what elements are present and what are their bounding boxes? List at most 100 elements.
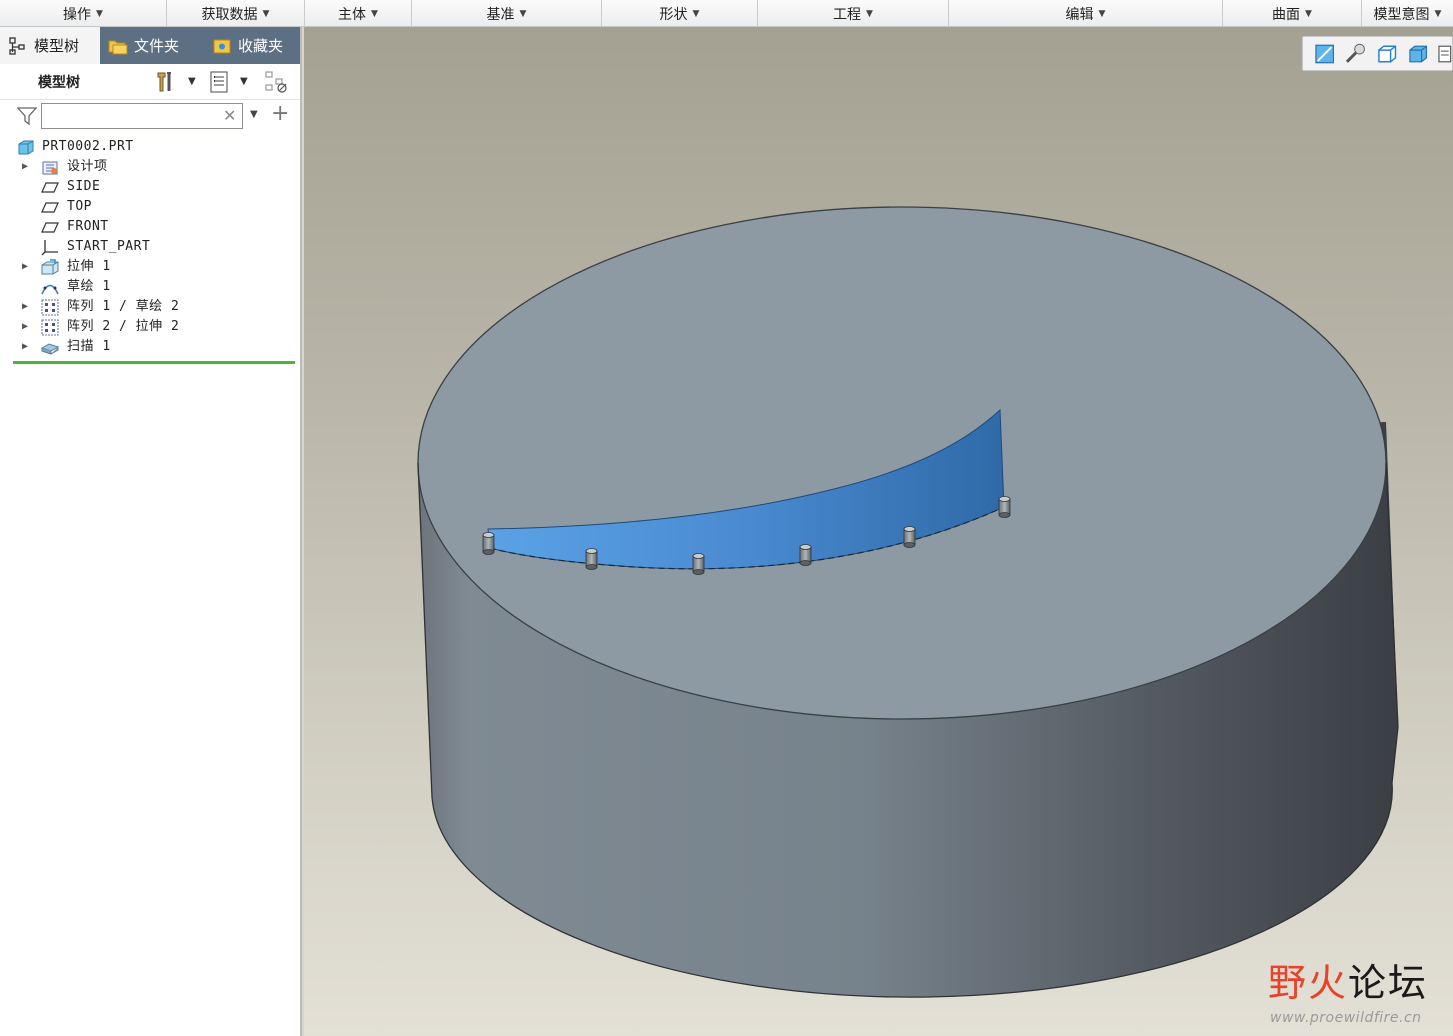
chevron-down-icon[interactable]: ▼ — [240, 76, 248, 87]
datum-display-icon[interactable] — [1438, 42, 1452, 66]
chevron-down-icon: ▼ — [519, 8, 527, 19]
chevron-down-icon: ▼ — [96, 8, 103, 19]
refit-icon[interactable] — [1313, 42, 1336, 66]
tree-item-start-part[interactable]: START_PART — [0, 237, 300, 257]
group-datum[interactable]: 基准 ▼ — [412, 0, 602, 27]
tree-item-design-items[interactable]: ▶ 设计项 — [0, 157, 300, 177]
tree-item-side[interactable]: SIDE — [0, 177, 300, 197]
filter-row: ✕ ▼ + — [0, 100, 300, 132]
group-shapes[interactable]: 形状 ▼ — [602, 0, 758, 27]
expand-arrow-icon[interactable]: ▶ — [22, 157, 28, 177]
pin[interactable] — [799, 544, 812, 566]
filter-icon[interactable] — [17, 106, 37, 126]
group-editing[interactable]: 编辑 ▼ — [949, 0, 1223, 27]
pattern-icon — [41, 299, 59, 316]
tree-item-label: 阵列 2 / 拉伸 2 — [67, 319, 180, 334]
extrude-icon — [41, 259, 59, 275]
chevron-down-icon: ▼ — [692, 8, 700, 19]
tree-filter-input[interactable] — [41, 103, 243, 129]
pin[interactable] — [482, 532, 495, 555]
display-filter-icon[interactable] — [265, 70, 289, 94]
tree-item-pattern-1[interactable]: ▶ 阵列 1 / 草绘 2 — [0, 297, 300, 317]
tree-item-label: SIDE — [67, 179, 101, 194]
graphics-window[interactable]: 野火论坛 www.proewildfire.cn — [304, 27, 1453, 1036]
tree-root-label: PRT0002.PRT — [42, 139, 134, 154]
forum-watermark: 野火论坛 www.proewildfire.cn — [1266, 952, 1451, 1032]
tab-label: 文件夹 — [134, 37, 180, 55]
tab-folder-browser[interactable]: 文件夹 — [100, 27, 204, 64]
group-engineering[interactable]: 工程 ▼ — [758, 0, 949, 27]
insert-here-indicator[interactable] — [13, 361, 295, 364]
settings-tools-icon[interactable] — [154, 70, 178, 94]
watermark-fire-text: 野火 — [1268, 961, 1349, 1005]
close-icon[interactable]: ✕ — [223, 106, 236, 125]
pin[interactable] — [998, 496, 1011, 518]
cylinder-top-face[interactable] — [417, 206, 1387, 720]
tree-item-front[interactable]: FRONT — [0, 217, 300, 237]
sweep-icon — [41, 343, 59, 355]
tree-item-pattern-2[interactable]: ▶ 阵列 2 / 拉伸 2 — [0, 317, 300, 337]
chevron-down-icon: ▼ — [1305, 8, 1312, 19]
tree-item-label: FRONT — [67, 219, 109, 234]
datum-plane-icon — [41, 222, 59, 233]
tree-item-sketch-1[interactable]: 草绘 1 — [0, 277, 300, 297]
expand-arrow-icon[interactable]: ▶ — [22, 337, 28, 357]
folder-browser-icon — [108, 40, 128, 54]
model-tree-icon — [9, 36, 25, 55]
show-columns-icon[interactable] — [208, 70, 232, 94]
part-icon — [18, 140, 34, 155]
tab-favorites[interactable]: 收藏夹 — [204, 27, 291, 64]
pin[interactable] — [585, 548, 598, 570]
navigator-tabs: 模型树 文件夹 收藏夹 — [0, 27, 300, 64]
model-tree-title: 模型树 — [38, 74, 80, 91]
datum-plane-icon — [41, 202, 59, 213]
group-operations[interactable]: 操作 ▼ — [0, 0, 167, 27]
view-toolbar — [1302, 36, 1453, 71]
tree-item-label: 拉伸 1 — [67, 259, 111, 274]
tree-item-extrude-1[interactable]: ▶ 拉伸 1 — [0, 257, 300, 277]
pattern-icon — [41, 319, 59, 336]
tree-item-top[interactable]: TOP — [0, 197, 300, 217]
group-model-intent[interactable]: 模型意图 ▼ — [1362, 0, 1453, 27]
tree-root[interactable]: PRT0002.PRT — [0, 137, 300, 157]
chevron-down-icon: ▼ — [866, 8, 873, 19]
ribbon-group-bar: 操作 ▼ 获取数据 ▼ 主体 ▼ 基准 ▼ 形状 ▼ 工程 ▼ 编辑 ▼ 曲面 ▼ 模型意图 ▼ — [0, 0, 1453, 27]
chevron-down-icon[interactable]: ▼ — [188, 76, 196, 87]
group-label: 编辑 — [1065, 6, 1094, 23]
group-label: 曲面 — [1272, 6, 1301, 23]
watermark-logo: 野火论坛 — [1268, 952, 1428, 1007]
saved-orientations-icon[interactable] — [1376, 42, 1399, 66]
tab-model-tree[interactable]: 模型树 — [0, 27, 100, 64]
tree-item-label: 阵列 1 / 草绘 2 — [67, 299, 180, 314]
tab-label: 收藏夹 — [238, 37, 284, 55]
design-items-icon — [42, 161, 58, 175]
watermark-forum-text: 论坛 — [1348, 961, 1429, 1005]
group-label: 获取数据 — [201, 6, 258, 23]
model-tree-header: 模型树 ▼ ▼ — [0, 64, 300, 100]
tree-item-label: START_PART — [67, 239, 151, 254]
tree-item-label: TOP — [67, 199, 92, 214]
expand-arrow-icon[interactable]: ▶ — [22, 317, 28, 337]
tree-item-label: 设计项 — [67, 159, 108, 174]
group-label: 工程 — [833, 6, 862, 23]
zoom-in-icon[interactable] — [1344, 42, 1367, 66]
plus-icon[interactable]: + — [271, 101, 289, 126]
expand-arrow-icon[interactable]: ▶ — [22, 297, 28, 317]
shading-style-icon[interactable] — [1407, 42, 1430, 66]
chevron-down-icon[interactable]: ▼ — [250, 109, 258, 120]
group-label: 形状 — [659, 6, 688, 23]
group-label: 操作 — [63, 6, 92, 23]
group-label: 基准 — [486, 6, 515, 23]
pin[interactable] — [692, 553, 705, 575]
group-get-data[interactable]: 获取数据 ▼ — [167, 0, 305, 27]
favorites-icon — [213, 39, 231, 53]
expand-arrow-icon[interactable]: ▶ — [22, 257, 28, 277]
group-label: 模型意图 — [1373, 6, 1430, 23]
watermark-url: www.proewildfire.cn — [1270, 1010, 1422, 1026]
pin[interactable] — [903, 526, 916, 548]
group-surfaces[interactable]: 曲面 ▼ — [1223, 0, 1362, 27]
tree-item-sweep-1[interactable]: ▶ 扫描 1 — [0, 337, 300, 357]
chevron-down-icon: ▼ — [1434, 8, 1442, 19]
chevron-down-icon: ▼ — [262, 8, 270, 19]
group-body[interactable]: 主体 ▼ — [305, 0, 412, 27]
